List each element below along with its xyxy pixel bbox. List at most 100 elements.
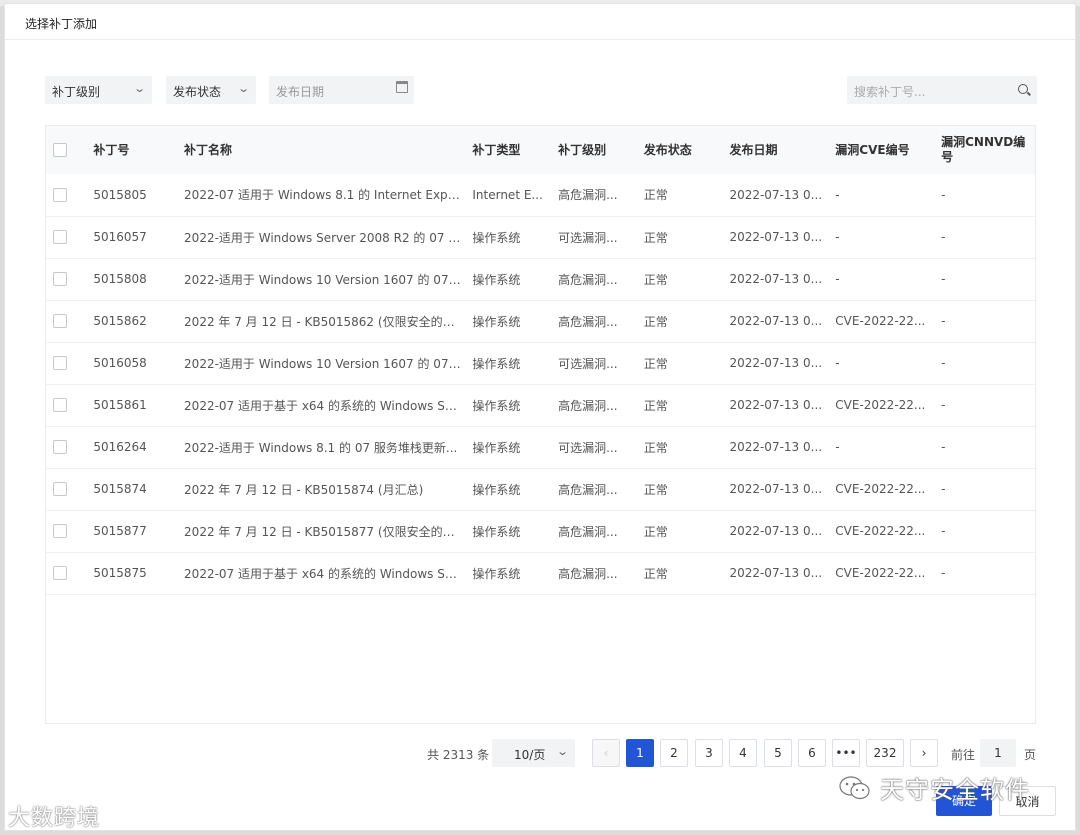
- release-status-placeholder: 发布状态: [173, 85, 222, 99]
- table-cell: -: [936, 258, 1035, 301]
- chevron-down-icon: ⌄: [132, 82, 146, 95]
- table-cell: CVE-2022-22...: [830, 510, 937, 553]
- table-cell: 高危漏洞...: [553, 468, 639, 511]
- patch-level-placeholder: 补丁级别: [52, 85, 101, 99]
- page-button-2[interactable]: 2: [660, 739, 688, 767]
- table-cell: 操作系统: [467, 510, 554, 553]
- column-header[interactable]: 发布日期: [724, 126, 831, 174]
- table-cell: Internet E...: [467, 174, 554, 217]
- patch-table: 补丁号 补丁名称 补丁类型 补丁级别 发布状态 发布日期 漏洞CVE编号 漏洞C…: [45, 125, 1036, 724]
- table-cell: -: [936, 510, 1035, 553]
- row-checkbox[interactable]: [53, 230, 67, 245]
- table-cell: 2022-07-13 0...: [724, 552, 831, 595]
- table-cell: -: [830, 426, 937, 469]
- column-header[interactable]: 漏洞CVE编号: [830, 126, 937, 174]
- table-cell: -: [936, 384, 1035, 427]
- prev-page-button[interactable]: ‹: [592, 739, 620, 767]
- page-button-5[interactable]: 5: [764, 739, 792, 767]
- page-size-value: 10/页: [514, 748, 546, 762]
- table-cell: 操作系统: [467, 552, 554, 595]
- table-cell: 正常: [638, 258, 725, 301]
- page-button-6[interactable]: 6: [798, 739, 826, 767]
- table-cell: 操作系统: [467, 342, 554, 385]
- table-header-row: 补丁号 补丁名称 补丁类型 补丁级别 发布状态 发布日期 漏洞CVE编号 漏洞C…: [46, 126, 1035, 174]
- table-row[interactable]: 5016264 2022-适用于 Windows 8.1 的 07 服务堆栈更新.…: [46, 426, 1035, 469]
- column-header[interactable]: 补丁号: [88, 126, 180, 174]
- table-cell: 2022-07 适用于 Windows 8.1 的 Internet Explo…: [179, 174, 468, 217]
- search-icon[interactable]: [1018, 84, 1028, 94]
- release-status-select[interactable]: 发布状态 ⌄: [166, 76, 256, 104]
- table-row[interactable]: 5015877 2022 年 7 月 12 日 - KB5015877 (仅限安全…: [46, 510, 1035, 553]
- table-cell: 高危漏洞...: [553, 384, 639, 427]
- table-cell: 2022 年 7 月 12 日 - KB5015877 (仅限安全的更新): [179, 510, 468, 553]
- row-checkbox[interactable]: [53, 314, 67, 329]
- table-row[interactable]: 5015861 2022-07 适用于基于 x64 的系统的 Windows Se…: [46, 384, 1035, 427]
- table-row[interactable]: 5016057 2022-适用于 Windows Server 2008 R2 的…: [46, 216, 1035, 259]
- search-input[interactable]: 搜索补丁号...: [847, 76, 1037, 104]
- table-cell: CVE-2022-22...: [830, 300, 937, 343]
- table-row[interactable]: 5015805 2022-07 适用于 Windows 8.1 的 Interne…: [46, 174, 1035, 217]
- column-header[interactable]: 补丁名称: [179, 126, 468, 174]
- table-cell: 2022-07-13 0...: [724, 510, 831, 553]
- column-header[interactable]: 补丁类型: [467, 126, 554, 174]
- table-cell: 2022-07 适用于基于 x64 的系统的 Windows Ser...: [179, 384, 468, 427]
- table-cell: 高危漏洞...: [553, 552, 639, 595]
- row-checkbox[interactable]: [53, 356, 67, 371]
- table-cell: -: [830, 174, 937, 217]
- table-cell: 正常: [638, 384, 725, 427]
- goto-page-input[interactable]: 1: [980, 739, 1016, 767]
- wechat-icon: [839, 776, 870, 800]
- page-button-1[interactable]: 1: [626, 739, 654, 767]
- patch-level-select[interactable]: 补丁级别 ⌄: [45, 76, 152, 104]
- row-checkbox[interactable]: [53, 272, 67, 287]
- calendar-icon: [396, 81, 408, 93]
- page-button-last[interactable]: 232: [866, 739, 904, 767]
- table-cell: 5015861: [88, 384, 180, 427]
- table-cell: CVE-2022-22...: [830, 552, 937, 595]
- row-checkbox-cell: [46, 300, 89, 343]
- table-cell: 2022-07-13 0...: [724, 342, 831, 385]
- row-checkbox[interactable]: [53, 566, 67, 581]
- table-cell: 正常: [638, 426, 725, 469]
- column-header[interactable]: 漏洞CNNVD编号: [936, 126, 1035, 174]
- table-cell: 操作系统: [467, 426, 554, 469]
- table-cell: 5016057: [88, 216, 180, 259]
- row-checkbox[interactable]: [53, 440, 67, 455]
- table-row[interactable]: 5016058 2022-适用于 Windows 10 Version 1607 …: [46, 342, 1035, 385]
- table-cell: -: [936, 216, 1035, 259]
- table-cell: 正常: [638, 300, 725, 343]
- column-header[interactable]: 发布状态: [638, 126, 725, 174]
- watermark-right: 天守安全软件: [880, 776, 1030, 804]
- table-cell: 正常: [638, 342, 725, 385]
- page-button-3[interactable]: 3: [695, 739, 723, 767]
- more-pages-button[interactable]: •••: [832, 739, 860, 767]
- search-placeholder: 搜索补丁号...: [854, 85, 926, 99]
- table-cell: 2022-适用于 Windows 10 Version 1607 的 07 累.…: [179, 258, 468, 301]
- row-checkbox-cell: [46, 258, 89, 301]
- table-cell: 2022 年 7 月 12 日 - KB5015862 (仅限安全的更新): [179, 300, 468, 343]
- table-row[interactable]: 5015875 2022-07 适用于基于 x64 的系统的 Windows Se…: [46, 552, 1035, 595]
- select-all-checkbox[interactable]: [53, 143, 67, 157]
- chevron-down-icon: ⌄: [555, 745, 569, 758]
- release-date-picker[interactable]: 发布日期: [269, 76, 414, 104]
- row-checkbox[interactable]: [53, 524, 67, 539]
- table-cell: 5015875: [88, 552, 180, 595]
- page-size-select[interactable]: 10/页 ⌄: [492, 739, 575, 767]
- row-checkbox[interactable]: [53, 482, 67, 497]
- table-cell: 正常: [638, 174, 725, 217]
- column-header[interactable]: 补丁级别: [553, 126, 639, 174]
- page-button-4[interactable]: 4: [729, 739, 757, 767]
- next-page-button[interactable]: ›: [910, 739, 938, 767]
- table-cell: -: [830, 258, 937, 301]
- table-cell: CVE-2022-22...: [830, 384, 937, 427]
- table-cell: 2022-07-13 0...: [724, 258, 831, 301]
- table-cell: -: [936, 174, 1035, 217]
- table-row[interactable]: 5015808 2022-适用于 Windows 10 Version 1607 …: [46, 258, 1035, 301]
- table-cell: 高危漏洞...: [553, 258, 639, 301]
- row-checkbox[interactable]: [53, 398, 67, 413]
- table-row[interactable]: 5015874 2022 年 7 月 12 日 - KB5015874 (月汇总)…: [46, 468, 1035, 511]
- table-row[interactable]: 5015862 2022 年 7 月 12 日 - KB5015862 (仅限安全…: [46, 300, 1035, 343]
- table-cell: 2022-07-13 0...: [724, 468, 831, 511]
- row-checkbox[interactable]: [53, 188, 67, 202]
- table-cell: 2022-07-13 0...: [724, 216, 831, 259]
